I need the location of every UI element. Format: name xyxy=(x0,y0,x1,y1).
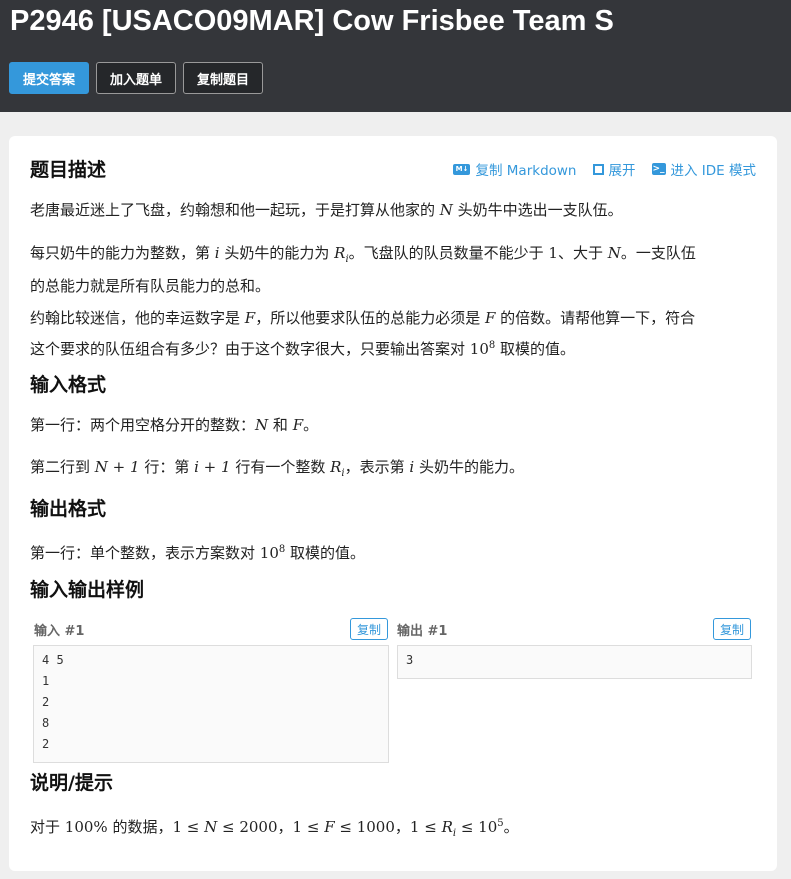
add-to-list-button[interactable]: 加入题单 xyxy=(96,62,177,94)
input-format-line-1: 第一行：两个用空格分开的整数：N 和 F。 xyxy=(30,416,319,434)
sample-input-code: 4 5 1 2 8 2 xyxy=(33,645,389,763)
ide-mode-label: 进入 IDE 模式 xyxy=(670,163,757,179)
expand-label: 展开 xyxy=(608,163,636,179)
description-paragraph-2: 每只奶牛的能力为整数，第 i 头奶牛的能力为 Ri。飞盘队的队员数量不能少于 1… xyxy=(30,244,696,295)
expand-icon xyxy=(592,163,604,175)
terminal-icon: >_ xyxy=(651,163,666,175)
output-format-line-1: 第一行：单个整数，表示方案数对 108 取模的值。 xyxy=(30,544,366,562)
samples-title: 输入输出样例 xyxy=(30,579,145,601)
output-format-title: 输出格式 xyxy=(30,498,107,520)
sample-output-label: 输出 #1 xyxy=(397,624,448,639)
sample-output-code: 3 xyxy=(397,645,752,679)
copy-markdown-label: 复制 Markdown xyxy=(475,163,577,179)
hint-title: 说明/提示 xyxy=(30,772,113,794)
copy-input-button[interactable]: 复制 xyxy=(350,618,389,640)
copy-output-button[interactable]: 复制 xyxy=(713,618,752,640)
action-buttons: 提交答案 加入题单 复制题目 xyxy=(9,62,264,94)
copy-problem-button[interactable]: 复制题目 xyxy=(183,62,264,94)
hint-text: 对于 100% 的数据，1 ≤ N ≤ 2000，1 ≤ F ≤ 1000，1 … xyxy=(30,818,519,839)
input-format-title: 输入格式 xyxy=(30,374,107,396)
top-header: P2946 [USACO09MAR] Cow Frisbee Team S 提交… xyxy=(0,0,791,112)
problem-card: 题目描述 M↓ 复制 Markdown 展开 >_ 进入 IDE 模式 老唐最近… xyxy=(9,136,777,871)
problem-title: P2946 [USACO09MAR] Cow Frisbee Team S xyxy=(10,5,614,37)
expand-link[interactable]: 展开 xyxy=(592,159,636,179)
description-paragraph-3: 约翰比较迷信，他的幸运数字是 F，所以他要求队伍的总能力必须是 F 的倍数。请帮… xyxy=(30,309,696,358)
description-paragraph-1: 老唐最近迷上了飞盘，约翰想和他一起玩，于是打算从他家的 N 头奶牛中选出一支队伍… xyxy=(30,201,623,219)
description-header: 题目描述 M↓ 复制 Markdown 展开 >_ 进入 IDE 模式 xyxy=(30,157,756,185)
copy-markdown-link[interactable]: M↓ 复制 Markdown xyxy=(453,159,577,179)
ide-mode-link[interactable]: >_ 进入 IDE 模式 xyxy=(651,159,757,179)
input-format-line-2: 第二行到 N + 1 行：第 i + 1 行有一个整数 Ri，表示第 i 头奶牛… xyxy=(30,458,524,479)
submit-answer-button[interactable]: 提交答案 xyxy=(9,62,90,94)
markdown-icon: M↓ xyxy=(453,163,471,175)
problem-toolbar: M↓ 复制 Markdown 展开 >_ 进入 IDE 模式 xyxy=(453,159,756,179)
sample-input-label: 输入 #1 xyxy=(34,624,85,639)
